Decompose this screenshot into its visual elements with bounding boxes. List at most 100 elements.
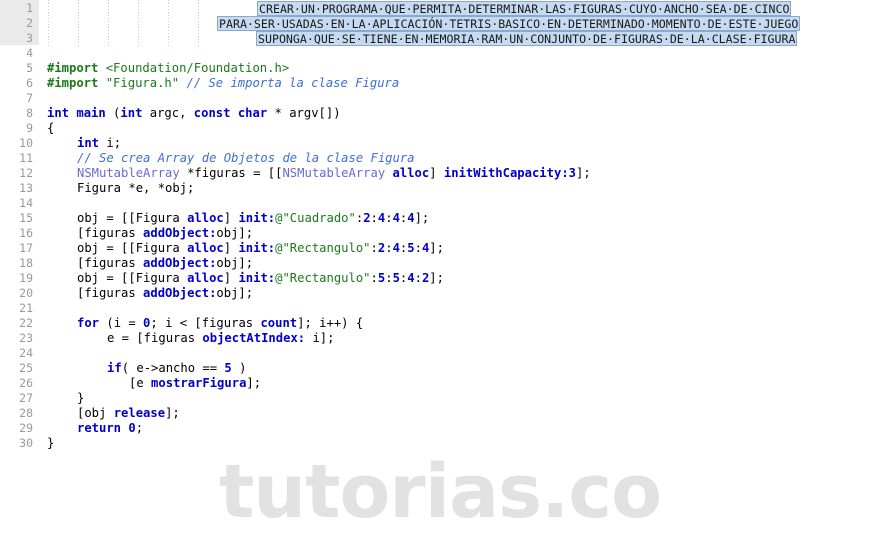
code-line-20[interactable]: [figuras addObject:obj]; [77, 286, 253, 301]
plain: ] [223, 241, 239, 255]
message-init: init: [238, 241, 276, 255]
code-line-15[interactable]: obj = [[Figura alloc] init:@"Cuadrado":2… [77, 211, 429, 226]
code-line-27[interactable]: } [77, 391, 84, 406]
code-line-23[interactable]: e = [figuras objectAtIndex: i]; [107, 331, 334, 346]
line-number: 16 [19, 226, 33, 240]
plain: ]; [414, 211, 430, 225]
message-count: count [260, 316, 298, 330]
message-addobject: addObject: [143, 256, 217, 270]
indent-guide [198, 0, 199, 48]
code-line-5[interactable]: #import <Foundation/Foundation.h> [47, 61, 289, 76]
message-init: init: [238, 271, 276, 285]
line-number: 15 [19, 211, 33, 225]
code-line-12[interactable]: NSMutableArray *figuras = [[NSMutableArr… [77, 166, 591, 181]
code-line-30[interactable]: } [47, 436, 54, 451]
indent-guide [108, 0, 109, 48]
code-line-19[interactable]: obj = [[Figura alloc] init:@"Rectangulo"… [77, 271, 444, 286]
plain: i]; [305, 331, 335, 345]
code-line-26[interactable]: [e mostrarFigura]; [129, 376, 261, 391]
semicolon: ; [135, 421, 144, 435]
message-alloc: alloc [187, 271, 224, 285]
plain: ; i < [figuras [150, 316, 261, 330]
comment: // Se importa la clase Figura [186, 76, 400, 90]
code-line-10[interactable]: int i; [77, 136, 121, 151]
code-line-6[interactable]: #import "Figura.h" // Se importa la clas… [47, 76, 399, 91]
code-line-9[interactable]: { [47, 121, 54, 136]
colon: : [414, 241, 422, 255]
string-literal: "Rectangulo" [282, 271, 371, 285]
keyword-const: const [193, 106, 231, 120]
plain: ( e->ancho == [121, 361, 225, 375]
code-line-16[interactable]: [figuras addObject:obj]; [77, 226, 253, 241]
plain: ) [231, 361, 247, 375]
line-number: 21 [19, 301, 33, 315]
line-number: 29 [19, 421, 33, 435]
number: 0 [128, 421, 136, 435]
line-number: 24 [19, 346, 33, 360]
plain: * argv[]) [267, 106, 341, 120]
colon: : [370, 241, 378, 255]
plain: argc, [142, 106, 194, 120]
plain: e = [figuras [107, 331, 203, 345]
code-line-11[interactable]: // Se crea Array de Objetos de la clase … [77, 151, 415, 166]
plain: ]; [576, 166, 591, 180]
line-number-gutter[interactable]: 1 2 3 4 5 6 7 8 9 10 11 12 13 14 15 16 1… [0, 0, 39, 560]
line-number: 27 [19, 391, 33, 405]
plain: ] [223, 271, 239, 285]
plain: ]; i++) { [297, 316, 364, 330]
keyword-return: return [77, 421, 122, 435]
code-line-13[interactable]: Figura *e, *obj; [77, 181, 194, 196]
number: 4 [407, 211, 415, 225]
plain: obj = [[Figura [77, 241, 188, 255]
message-alloc: alloc [187, 211, 224, 225]
code-editor[interactable]: tutorias.co 1 2 3 4 5 6 7 8 9 10 11 12 1… [0, 0, 880, 560]
plain: obj]; [216, 286, 254, 300]
message-release: release [113, 406, 166, 420]
message-init: init: [238, 211, 276, 225]
header-path: "Figura.h" [105, 76, 180, 90]
plain: [figuras [77, 286, 144, 300]
plain: i; [99, 136, 122, 150]
keyword-int: int [47, 106, 70, 120]
preprocessor-import: #import [47, 76, 99, 90]
message-objectatindex: objectAtIndex: [202, 331, 306, 345]
line-number: 20 [19, 286, 33, 300]
line-number: 1 [26, 1, 33, 15]
brace-close: } [47, 436, 55, 450]
comment: // Se crea Array de Objetos de la clase … [77, 151, 415, 165]
plain: [figuras [77, 226, 144, 240]
code-line-29[interactable]: return 0; [77, 421, 143, 436]
line-number: 10 [19, 136, 33, 150]
line-number: 26 [19, 376, 33, 390]
line-number: 8 [26, 106, 33, 120]
line-number: 14 [19, 196, 33, 210]
code-line-8[interactable]: int main (int argc, const char * argv[]) [47, 106, 341, 121]
selected-text-line-1[interactable]: CREAR·UN·PROGRAMA·QUE·PERMITA·DETERMINAR… [257, 1, 792, 16]
code-line-28[interactable]: [obj release]; [77, 406, 180, 421]
code-content[interactable]: CREAR·UN·PROGRAMA·QUE·PERMITA·DETERMINAR… [0, 0, 880, 560]
code-line-22[interactable]: for (i = 0; i < [figuras count]; i++) { [77, 316, 363, 331]
code-line-18[interactable]: [figuras addObject:obj]; [77, 256, 253, 271]
watermark-tutorias: tutorias.co [219, 449, 662, 535]
number: 5 [392, 271, 400, 285]
class-nsmutablearray: NSMutableArray [77, 166, 180, 180]
code-line-25[interactable]: if( e->ancho == 5 ) [107, 361, 246, 376]
indent-guide [138, 0, 139, 48]
plain: obj = [[Figura [77, 271, 188, 285]
line-number: 19 [19, 271, 33, 285]
plain: ( [105, 106, 121, 120]
brace-close: } [77, 391, 85, 405]
header-path: <Foundation/Foundation.h> [105, 61, 290, 75]
line-number: 12 [19, 166, 33, 180]
plain: (i = [99, 316, 144, 330]
code-line-17[interactable]: obj = [[Figura alloc] init:@"Rectangulo"… [77, 241, 444, 256]
brace-open: { [47, 121, 55, 135]
line-number: 30 [19, 436, 33, 450]
line-number: 3 [26, 31, 33, 45]
plain: *figuras = [[ [179, 166, 283, 180]
selected-text-line-2[interactable]: PARA·SER·USADAS·EN·LA·APLICACIÓN·TETRIS·… [217, 16, 801, 31]
selected-text-line-3[interactable]: SUPONGA·QUE·SE·TIENE·EN·MEMORIA·RAM·UN·C… [256, 31, 798, 46]
